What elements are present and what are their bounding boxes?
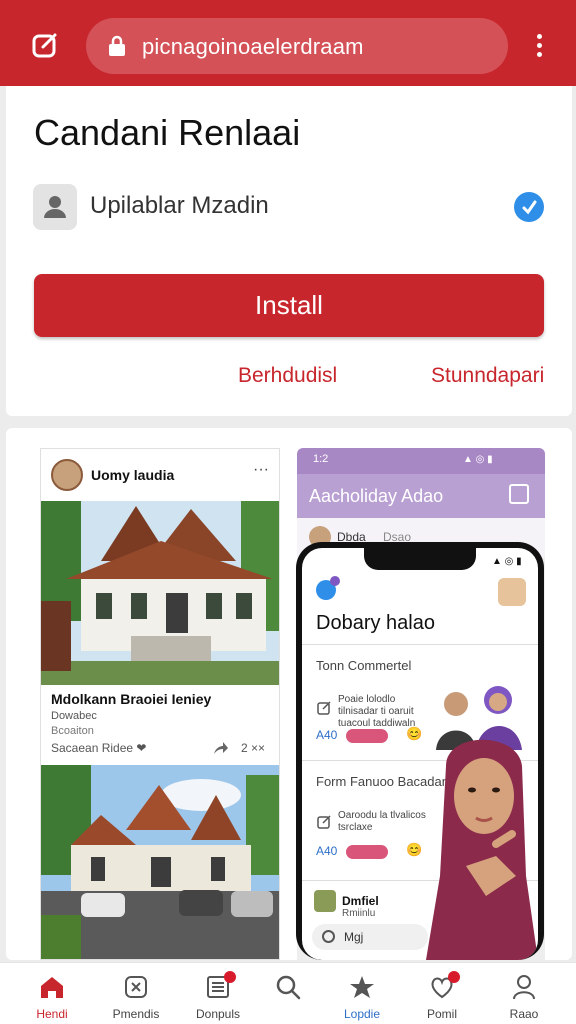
verified-icon <box>514 192 544 222</box>
list-item-subtitle: Rmiinlu <box>342 908 376 919</box>
edit-icon <box>317 815 331 829</box>
nav-item-likes[interactable]: Pomil <box>410 963 474 1024</box>
section-title: Tonn Commertel <box>316 658 412 673</box>
person-icon <box>44 196 66 218</box>
section-text: Oaroodu la tlvalicos tsrclaxe <box>338 810 426 833</box>
nav-item-list[interactable]: Donpuls <box>186 963 250 1024</box>
section-number: A40 <box>316 844 338 858</box>
status-badge <box>346 729 388 743</box>
avatar <box>314 890 336 912</box>
search-icon <box>276 975 301 1000</box>
nav-label: Lopdie <box>343 1007 381 1021</box>
url-text: picnagoinoaelerdraam <box>142 34 364 59</box>
post-username: Uomy laudia <box>91 467 175 483</box>
status-time: 1:2 <box>313 453 329 465</box>
status-bar: 1:2 ▲ ◎ ▮ <box>297 448 545 474</box>
lock-icon <box>109 35 125 56</box>
emoji-icon: 😊 <box>406 726 423 741</box>
edit-icon[interactable] <box>28 28 62 62</box>
app-info-card: Candani Renlaai Upilablar Mzadin Install… <box>6 86 572 416</box>
section-text: Poaie lolodlo tilnisadar ti oaruit tuaco… <box>338 694 416 729</box>
secondary-link-right[interactable]: Stunndapari <box>431 364 544 388</box>
nav-label: Pomil <box>426 1007 457 1021</box>
app-title: Candani Renlaai <box>34 112 301 153</box>
search-icon <box>322 930 335 943</box>
edit-icon <box>317 701 331 715</box>
share-icon <box>214 742 228 754</box>
section-number: A40 <box>316 728 338 742</box>
chat-header: Aacholiday Adao <box>297 474 545 518</box>
phone-screen: ▲ ◎ ▮ Dobary halao Tonn Commertel Poaie … <box>302 548 538 960</box>
notification-badge <box>448 971 460 983</box>
notification-badge <box>224 971 236 983</box>
divider <box>302 644 538 645</box>
emoji-icon: 😊 <box>406 842 423 857</box>
search-text: Mgj <box>344 930 364 944</box>
house-photo <box>41 501 279 685</box>
search-input: Mgj <box>312 924 428 950</box>
post-caption: Mdolkann Braoiei Ieniey <box>51 691 212 707</box>
browser-toolbar: picnagoinoaelerdraam <box>0 0 576 86</box>
status-badge <box>346 845 388 859</box>
chat-title: Aacholiday Adao <box>309 486 444 506</box>
star-icon <box>350 976 374 998</box>
nav-label: Raao <box>509 1007 539 1021</box>
screenshots-card[interactable]: Uomy laudia ··· Mdolkann Braoiei Ieniey … <box>6 428 572 960</box>
post-subtitle: Dowabec <box>51 710 97 722</box>
compose-icon <box>509 484 529 504</box>
nav-label: Hendi <box>36 1007 68 1021</box>
phone-notch <box>364 548 476 570</box>
avatar <box>51 459 83 491</box>
phone-mockup: ▲ ◎ ▮ Dobary halao Tonn Commertel Poaie … <box>296 542 544 960</box>
avatar <box>498 578 526 606</box>
nav-item-search[interactable] <box>256 963 320 1024</box>
home-icon <box>41 977 63 998</box>
app-logo-icon <box>316 576 340 600</box>
developer-avatar <box>33 184 77 230</box>
developer-name[interactable]: Upilablar Mzadin <box>90 192 269 220</box>
more-horiz-icon: ··· <box>253 461 269 478</box>
screenshot-post[interactable]: Uomy laudia ··· Mdolkann Braoiei Ieniey … <box>40 448 280 960</box>
nav-label: Donpuls <box>195 1007 241 1021</box>
woman-photo <box>426 739 538 960</box>
status-icons: ▲ ◎ ▮ <box>463 454 493 465</box>
phone-title: Dobary halao <box>316 612 435 634</box>
status-icons: ▲ ◎ ▮ <box>492 556 522 567</box>
install-button[interactable]: Install <box>34 274 544 337</box>
post-meta: Bcoaiton <box>51 725 94 737</box>
bottom-navigation: Hendi Pmendis Donpuls Lopdie Pomil Raao <box>0 962 576 1024</box>
more-vert-icon[interactable] <box>528 28 552 62</box>
nav-label: Pmendis <box>112 1007 160 1021</box>
nav-item-profile[interactable]: Raao <box>492 963 556 1024</box>
url-bar[interactable]: picnagoinoaelerdraam <box>86 18 508 74</box>
temple-photo <box>41 765 279 959</box>
list-item-name: Dmfiel <box>342 894 379 908</box>
nav-item-apps[interactable]: Pmendis <box>104 963 168 1024</box>
nav-item-home[interactable]: Hendi <box>20 963 84 1024</box>
secondary-link-left[interactable]: Berhdudisl <box>238 364 337 388</box>
share-count: 2 ×× <box>241 741 266 755</box>
nav-item-favorites[interactable]: Lopdie <box>330 963 394 1024</box>
person-icon <box>513 975 535 1000</box>
post-reactions: Sacaean Ridee ❤ <box>51 741 147 755</box>
apps-icon <box>125 976 147 998</box>
